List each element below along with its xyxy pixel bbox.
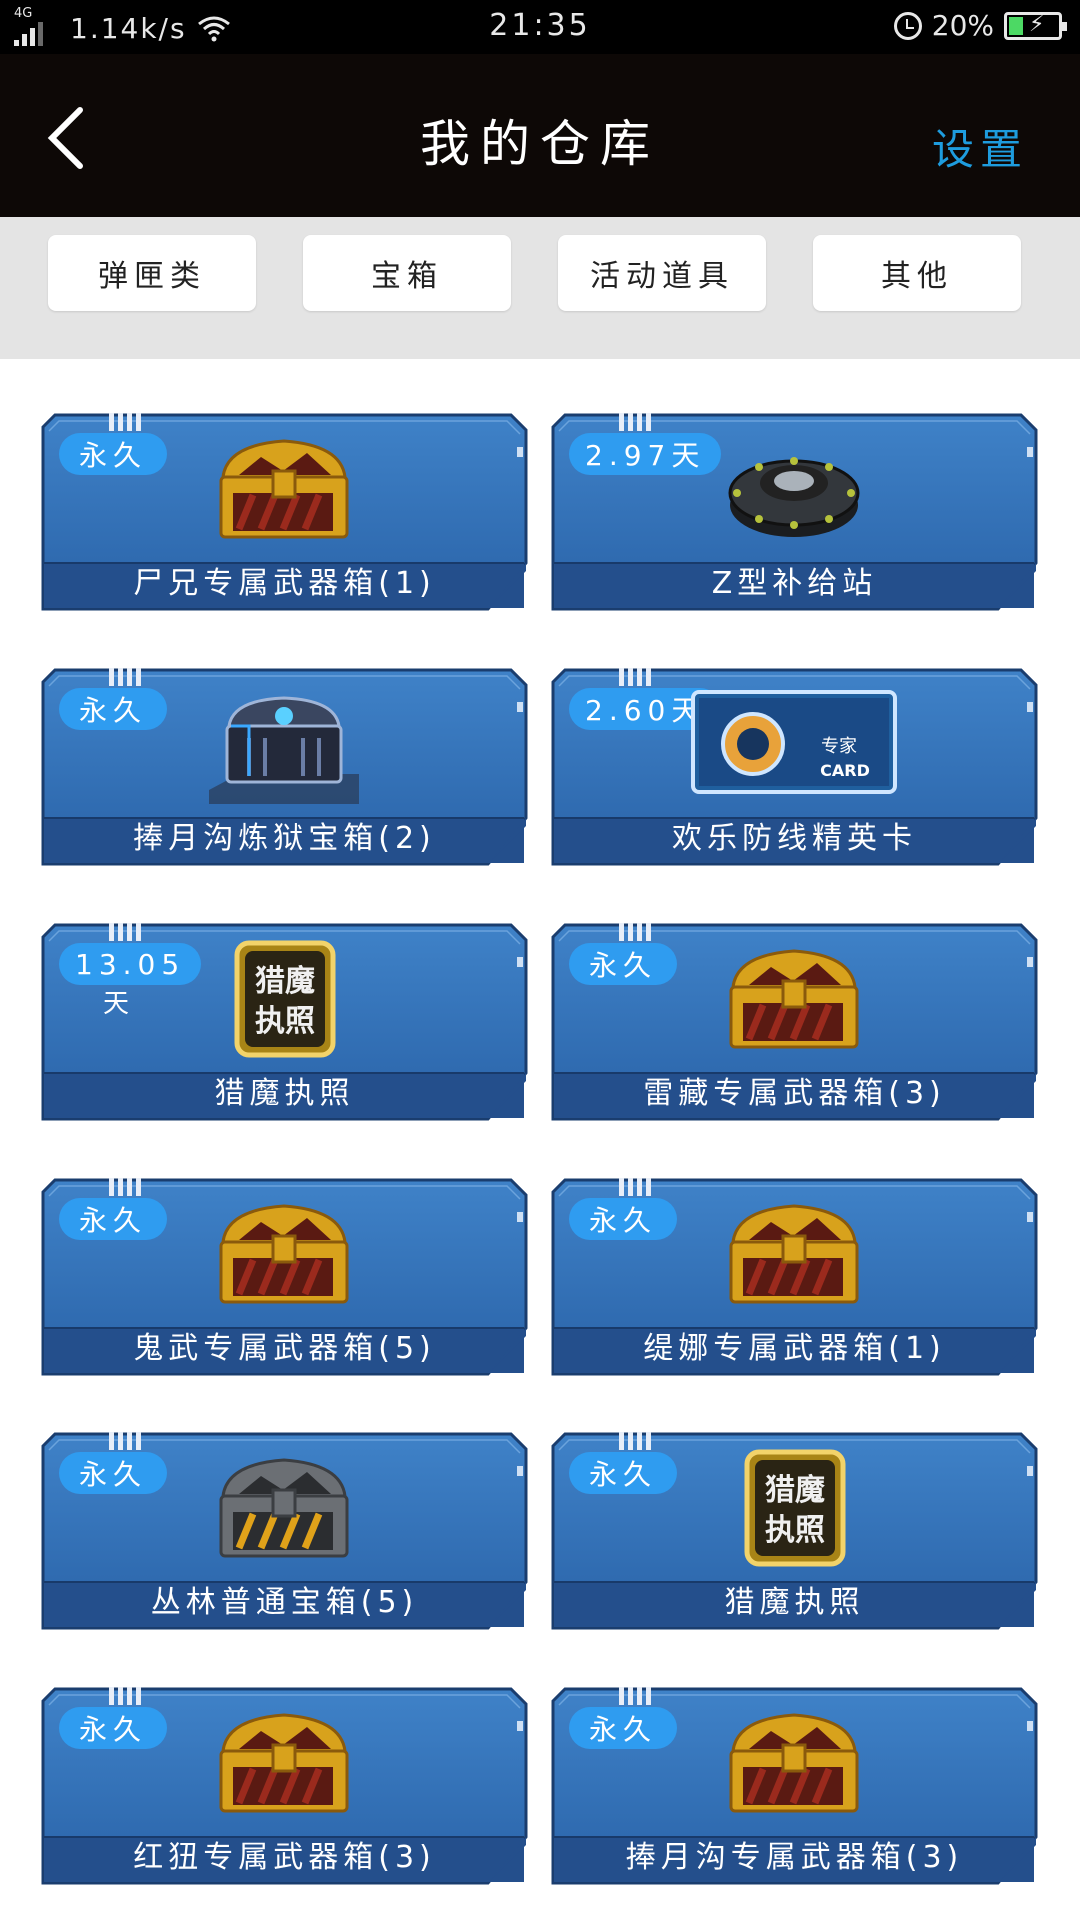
item-card[interactable]: 永久 红狃专属武器箱(3) — [41, 1687, 528, 1885]
duration-badge: 永久 — [59, 1707, 167, 1749]
frame-ticks — [619, 668, 653, 688]
item-name: Z型补给站 — [711, 566, 878, 601]
item-card[interactable]: 13.05 天 猎魔 执照 猎魔执照 — [41, 923, 528, 1121]
item-card[interactable]: 永久 丛林普通宝箱(5) — [41, 1432, 528, 1630]
frame-ticks — [109, 1432, 143, 1452]
supply-station-icon — [728, 457, 860, 537]
duration-badge: 永久 — [59, 1198, 167, 1240]
item-name: 缇娜专属武器箱(1) — [643, 1331, 946, 1366]
card-sub: CARD — [820, 761, 870, 780]
status-bar: 4G 1.14k/s 21:35 20% ⚡ — [0, 0, 1080, 54]
settings-button[interactable]: 设置 — [932, 116, 1028, 177]
item-card[interactable]: 永久 捧月沟专属武器箱(3) — [551, 1687, 1038, 1885]
license-text-bottom: 执照 — [255, 1004, 315, 1039]
item-card[interactable]: 永久 捧月沟炼狱宝箱(2) — [41, 668, 528, 866]
item-name: 丛林普通宝箱(5) — [150, 1585, 419, 1620]
tab-event-items[interactable]: 活动道具 — [558, 235, 766, 311]
gray-chest-icon — [219, 1458, 349, 1558]
frame-ticks — [109, 413, 143, 433]
frame-ticks — [619, 413, 653, 433]
tab-chest[interactable]: 宝箱 — [303, 235, 511, 311]
license-icon: 猎魔 执照 — [744, 1449, 846, 1567]
item-name: 雷藏专属武器箱(3) — [643, 1076, 946, 1111]
duration-badge: 永久 — [59, 433, 167, 475]
alarm-icon — [893, 11, 922, 40]
page-title: 我的仓库 — [420, 115, 660, 173]
status-right: 20% ⚡ — [893, 9, 1067, 42]
item-card[interactable]: 永久 尸兄专属武器箱(1) — [41, 413, 528, 611]
item-card[interactable]: 2.97天 Z型补给站 — [551, 413, 1038, 611]
gold-chest-icon — [729, 949, 859, 1049]
license-text-top: 猎魔 — [255, 964, 315, 999]
item-name: 红狃专属武器箱(3) — [133, 1840, 436, 1875]
item-name: 猎魔执照 — [214, 1076, 355, 1111]
duration-badge: 永久 — [569, 943, 677, 985]
tab-other[interactable]: 其他 — [813, 235, 1021, 311]
frame-ticks — [619, 1178, 653, 1198]
card-text: 专家 — [821, 736, 857, 757]
item-name: 捧月沟炼狱宝箱(2) — [133, 821, 436, 856]
license-text-top: 猎魔 — [765, 1473, 825, 1508]
frame-ticks — [109, 1687, 143, 1707]
steel-chest-icon — [209, 696, 359, 804]
duration-badge: 2.97天 — [569, 433, 722, 475]
duration-badge: 13.05 — [59, 943, 202, 985]
gold-chest-icon — [729, 1204, 859, 1304]
item-name: 尸兄专属武器箱(1) — [133, 566, 436, 601]
item-name: 猎魔执照 — [724, 1585, 865, 1620]
item-card[interactable]: 永久 缇娜专属武器箱(1) — [551, 1178, 1038, 1376]
item-card[interactable]: 永久 猎魔 执照 猎魔执照 — [551, 1432, 1038, 1630]
frame-ticks — [109, 668, 143, 688]
duration-badge: 永久 — [59, 688, 167, 730]
license-icon: 猎魔 执照 — [234, 940, 336, 1058]
duration-unit: 天 — [103, 989, 130, 1019]
battery-icon: ⚡ — [1004, 11, 1067, 40]
frame-ticks — [619, 1432, 653, 1452]
tab-magazine[interactable]: 弹匣类 — [48, 235, 256, 311]
item-name: 鬼武专属武器箱(5) — [133, 1331, 436, 1366]
frame-ticks — [109, 923, 143, 943]
duration-badge: 永久 — [59, 1452, 167, 1494]
item-card[interactable]: 2.60天 专家 CARD 欢乐防线精英卡 — [551, 668, 1038, 866]
battery-percent: 20% — [931, 9, 994, 42]
gold-chest-icon — [219, 1713, 349, 1813]
item-grid: 永久 尸兄专属武器箱(1) 2.97天 Z型补给站 永久 捧月沟炼狱宝箱(2) … — [0, 359, 1080, 1920]
app-header: 我的仓库 设置 — [0, 54, 1080, 217]
license-text-bottom: 执照 — [765, 1513, 825, 1548]
duration-badge: 永久 — [569, 1198, 677, 1240]
category-tabs: 弹匣类 宝箱 活动道具 其他 — [0, 217, 1080, 359]
duration-badge: 永久 — [569, 1452, 677, 1494]
frame-ticks — [619, 923, 653, 943]
frame-ticks — [619, 1687, 653, 1707]
item-card[interactable]: 永久 雷藏专属武器箱(3) — [551, 923, 1038, 1121]
gold-chest-icon — [729, 1713, 859, 1813]
frame-ticks — [109, 1178, 143, 1198]
item-name: 捧月沟专属武器箱(3) — [625, 1840, 964, 1875]
duration-badge: 永久 — [569, 1707, 677, 1749]
elite-card-icon: 专家 CARD — [691, 690, 897, 794]
item-card[interactable]: 永久 鬼武专属武器箱(5) — [41, 1178, 528, 1376]
gold-chest-icon — [219, 439, 349, 539]
gold-chest-icon — [219, 1204, 349, 1304]
item-name: 欢乐防线精英卡 — [672, 821, 917, 856]
